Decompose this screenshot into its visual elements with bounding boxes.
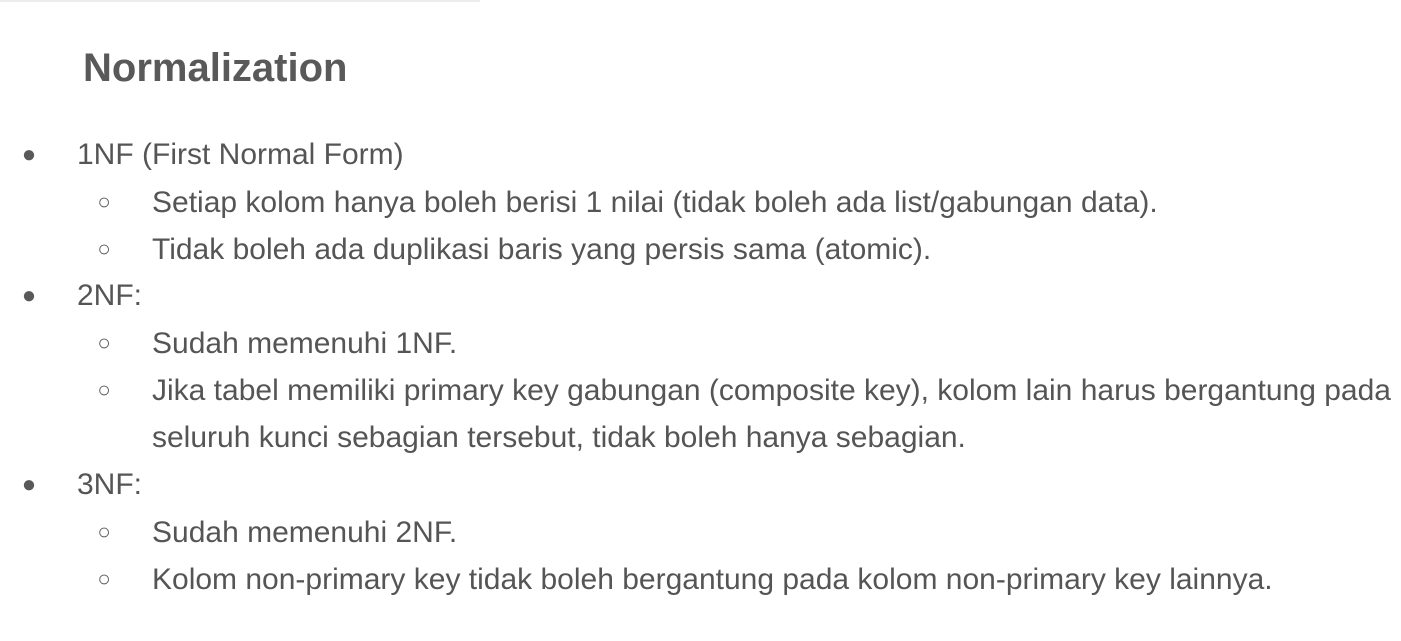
bullet-item: ● 1NF (First Normal Form) (0, 131, 1401, 178)
bullet-item: ● 2NF: (0, 272, 1401, 319)
hollow-bullet-icon: ○ (97, 236, 111, 261)
sub-bullet-text: Jika tabel memiliki primary key gabungan… (152, 374, 1391, 454)
sub-bullet-item: ○ Kolom non-primary key tidak boleh berg… (0, 555, 1401, 602)
section-3nf: ● 3NF: ○ Sudah memenuhi 2NF. ○ Kolom non… (0, 461, 1401, 602)
section-heading: 2NF: (77, 279, 143, 312)
sub-bullet-item: ○ Tidak boleh ada duplikasi baris yang p… (0, 225, 1401, 272)
section-heading: 1NF (First Normal Form) (77, 138, 404, 171)
hollow-bullet-icon: ○ (97, 519, 111, 544)
slide: Normalization ● 1NF (First Normal Form) … (0, 0, 1401, 641)
hollow-bullet-icon: ○ (97, 189, 111, 214)
slide-title: Normalization (83, 46, 348, 90)
sub-bullet-item: ○ Setiap kolom hanya boleh berisi 1 nila… (0, 178, 1401, 225)
section-2nf: ● 2NF: ○ Sudah memenuhi 1NF. ○ Jika tabe… (0, 272, 1401, 461)
section-heading: 3NF: (77, 468, 143, 501)
sub-bullet-item: ○ Sudah memenuhi 2NF. (0, 508, 1401, 555)
hollow-bullet-icon: ○ (97, 566, 111, 591)
sub-bullet-text: Sudah memenuhi 1NF. (152, 327, 458, 360)
sub-bullet-item: ○ Jika tabel memiliki primary key gabung… (0, 366, 1401, 461)
filled-bullet-icon: ● (21, 471, 37, 498)
filled-bullet-icon: ● (21, 141, 37, 168)
filled-bullet-icon: ● (21, 282, 37, 309)
sub-bullet-text: Setiap kolom hanya boleh berisi 1 nilai … (152, 186, 1158, 219)
hollow-bullet-icon: ○ (97, 330, 111, 355)
sub-bullet-text: Tidak boleh ada duplikasi baris yang per… (152, 233, 932, 266)
sub-bullet-item: ○ Sudah memenuhi 1NF. (0, 319, 1401, 366)
sub-bullet-text: Kolom non-primary key tidak boleh bergan… (152, 563, 1273, 596)
hollow-bullet-icon: ○ (97, 377, 111, 402)
section-1nf: ● 1NF (First Normal Form) ○ Setiap kolom… (0, 131, 1401, 272)
bullet-item: ● 3NF: (0, 461, 1401, 508)
sub-bullet-text: Sudah memenuhi 2NF. (152, 516, 458, 549)
